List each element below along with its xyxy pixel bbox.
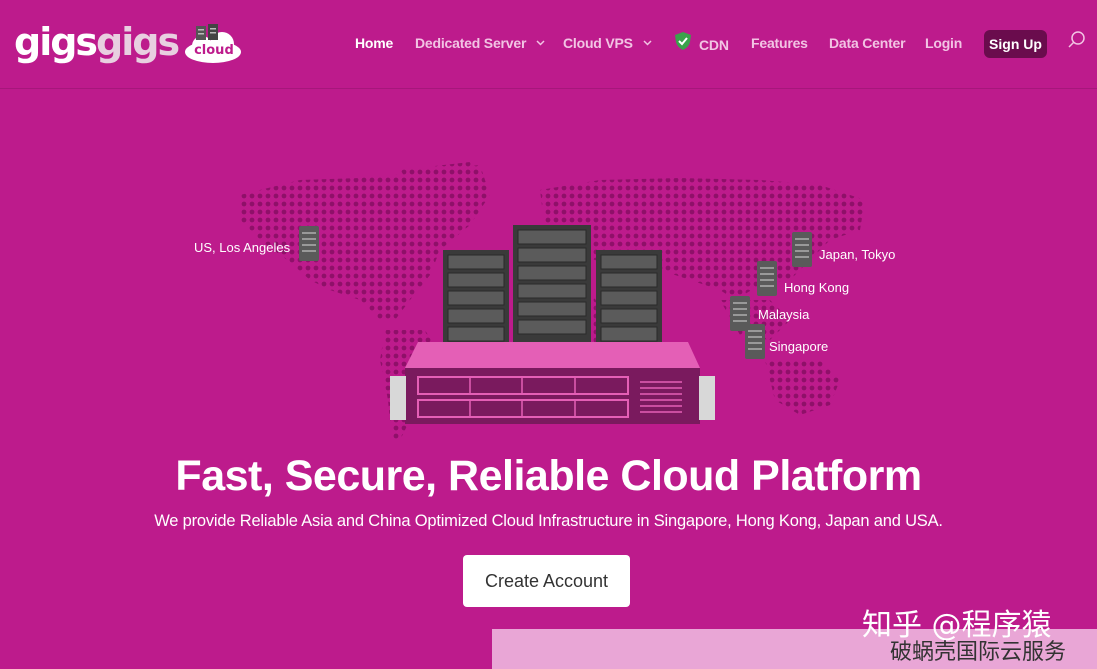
watermark-caption: 破蜗壳国际云服务 [890, 640, 1067, 665]
server-icon-tokyo [792, 232, 812, 267]
server-icon-hong-kong [757, 261, 777, 296]
server-icon-los-angeles [299, 226, 319, 261]
location-label-los-angeles: US, Los Angeles [194, 240, 291, 255]
location-label-malaysia: Malaysia [758, 307, 810, 322]
location-label-hong-kong: Hong Kong [784, 280, 850, 295]
hero-subtitle: We provide Reliable Asia and China Optim… [154, 512, 943, 530]
location-label-singapore: Singapore [769, 339, 829, 354]
location-label-tokyo: Japan, Tokyo [819, 247, 896, 262]
create-account-button[interactable]: Create Account [463, 555, 630, 607]
server-icon-singapore [745, 324, 765, 359]
hero-title: Fast, Secure, Reliable Cloud Platform [175, 452, 922, 500]
